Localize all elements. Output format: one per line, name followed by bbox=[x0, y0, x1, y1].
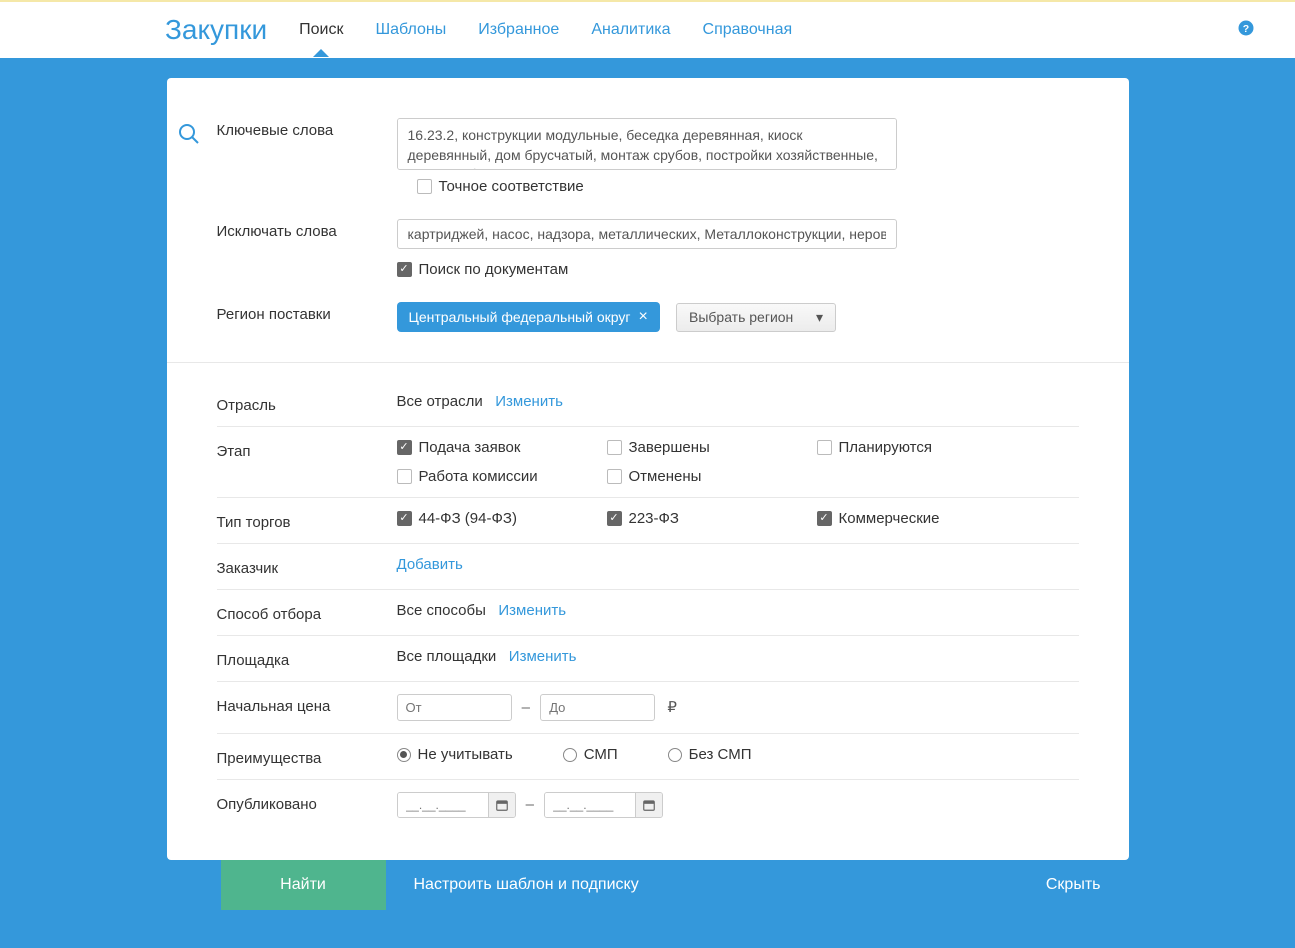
benefits-none-radio[interactable] bbox=[397, 748, 411, 762]
nav-favorites[interactable]: Избранное bbox=[478, 5, 559, 55]
nav-templates[interactable]: Шаблоны bbox=[375, 5, 446, 55]
industry-change-link[interactable]: Изменить bbox=[495, 393, 563, 410]
tt-44fz-checkbox[interactable] bbox=[397, 511, 412, 526]
hide-button[interactable]: Скрыть bbox=[1018, 860, 1129, 910]
stage-opt-4: Отменены bbox=[629, 468, 702, 485]
region-label: Регион поставки bbox=[217, 302, 397, 332]
price-label: Начальная цена bbox=[217, 694, 397, 721]
keywords-input[interactable]: 16.23.2, конструкции модульные, беседка … bbox=[397, 118, 897, 170]
svg-text:?: ? bbox=[1243, 23, 1249, 35]
published-from-input[interactable] bbox=[398, 793, 488, 817]
stage-cancelled-checkbox[interactable] bbox=[607, 469, 622, 484]
nav-analytics[interactable]: Аналитика bbox=[591, 5, 670, 55]
region-dropdown-label: Выбрать регион bbox=[689, 309, 793, 325]
app-logo: Закупки bbox=[165, 14, 267, 46]
configure-button[interactable]: Настроить шаблон и подписку bbox=[386, 860, 667, 910]
customer-add-link[interactable]: Добавить bbox=[397, 556, 463, 573]
stage-label: Этап bbox=[217, 439, 397, 485]
exclude-input[interactable] bbox=[397, 219, 897, 249]
platform-change-link[interactable]: Изменить bbox=[509, 648, 577, 665]
industry-value: Все отрасли bbox=[397, 393, 483, 410]
gear-icon[interactable] bbox=[1199, 19, 1217, 41]
region-dropdown[interactable]: Выбрать регион ▾ bbox=[676, 303, 836, 332]
customer-label: Заказчик bbox=[217, 556, 397, 577]
method-change-link[interactable]: Изменить bbox=[498, 602, 566, 619]
benefits-opt-2: Без СМП bbox=[689, 746, 752, 763]
price-to-input[interactable] bbox=[540, 694, 655, 721]
stage-opt-0: Подача заявок bbox=[419, 439, 521, 456]
help-icon[interactable]: ? bbox=[1237, 19, 1255, 41]
stage-submit-checkbox[interactable] bbox=[397, 440, 412, 455]
calendar-from-icon[interactable] bbox=[488, 793, 515, 817]
benefits-smp-radio[interactable] bbox=[563, 748, 577, 762]
published-to-input[interactable] bbox=[545, 793, 635, 817]
stage-completed-checkbox[interactable] bbox=[607, 440, 622, 455]
stage-opt-1: Завершены bbox=[629, 439, 710, 456]
tt-opt-2: Коммерческие bbox=[839, 510, 940, 527]
nav-search[interactable]: Поиск bbox=[299, 5, 343, 55]
exact-match-checkbox[interactable] bbox=[417, 179, 432, 194]
calendar-to-icon[interactable] bbox=[635, 793, 662, 817]
find-button[interactable]: Найти bbox=[221, 860, 386, 910]
stage-planned-checkbox[interactable] bbox=[817, 440, 832, 455]
exact-match-label: Точное соответствие bbox=[439, 178, 584, 195]
doc-search-checkbox[interactable] bbox=[397, 262, 412, 277]
stage-opt-3: Работа комиссии bbox=[419, 468, 538, 485]
region-tag-close-icon[interactable]: × bbox=[638, 308, 647, 326]
region-tag-text: Центральный федеральный округ bbox=[409, 309, 631, 325]
tt-commercial-checkbox[interactable] bbox=[817, 511, 832, 526]
method-label: Способ отбора bbox=[217, 602, 397, 623]
search-icon bbox=[177, 118, 217, 195]
chevron-down-icon: ▾ bbox=[816, 309, 823, 326]
platform-label: Площадка bbox=[217, 648, 397, 669]
price-sep: – bbox=[522, 699, 530, 716]
date-sep: – bbox=[526, 796, 534, 813]
trade-type-label: Тип торгов bbox=[217, 510, 397, 531]
region-tag[interactable]: Центральный федеральный округ × bbox=[397, 302, 660, 332]
method-value: Все способы bbox=[397, 602, 486, 619]
tt-opt-0: 44-ФЗ (94-ФЗ) bbox=[419, 510, 517, 527]
industry-label: Отрасль bbox=[217, 393, 397, 414]
benefits-opt-1: СМП bbox=[584, 746, 618, 763]
price-from-input[interactable] bbox=[397, 694, 512, 721]
currency-label: ₽ bbox=[667, 699, 677, 716]
tt-223fz-checkbox[interactable] bbox=[607, 511, 622, 526]
benefits-no-smp-radio[interactable] bbox=[668, 748, 682, 762]
doc-search-label: Поиск по документам bbox=[419, 261, 569, 278]
benefits-opt-0: Не учитывать bbox=[418, 746, 513, 763]
nav-reference[interactable]: Справочная bbox=[703, 5, 793, 55]
tt-opt-1: 223-ФЗ bbox=[629, 510, 680, 527]
keywords-label: Ключевые слова bbox=[217, 118, 397, 195]
platform-value: Все площадки bbox=[397, 648, 497, 665]
stage-commission-checkbox[interactable] bbox=[397, 469, 412, 484]
exclude-label: Исключать слова bbox=[217, 219, 397, 278]
benefits-label: Преимущества bbox=[217, 746, 397, 767]
published-label: Опубликовано bbox=[217, 792, 397, 818]
stage-opt-2: Планируются bbox=[839, 439, 932, 456]
